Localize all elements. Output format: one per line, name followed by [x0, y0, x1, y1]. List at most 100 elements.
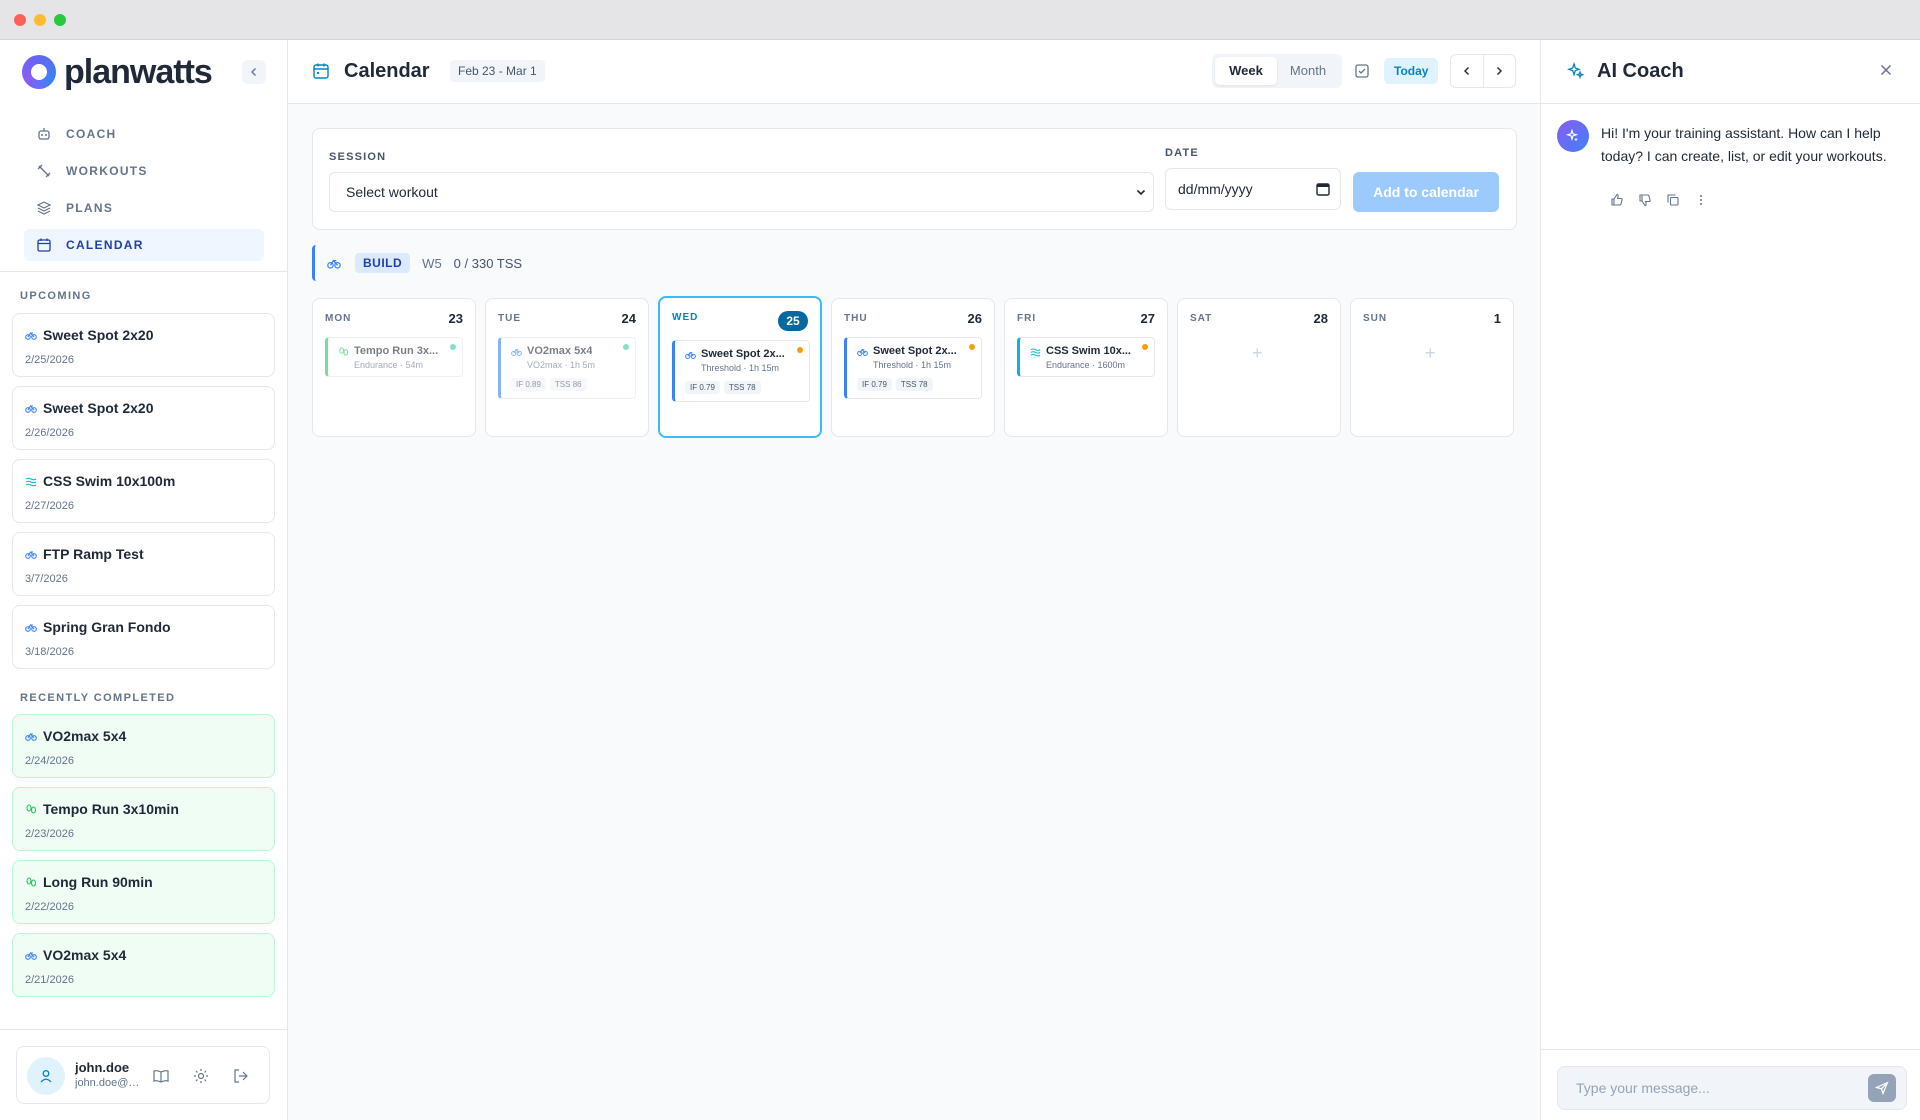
next-week-button[interactable]	[1484, 55, 1516, 87]
workout-select[interactable]: Select workout	[329, 172, 1154, 212]
session-label: SESSION	[329, 151, 387, 163]
day-name: SUN	[1363, 313, 1388, 324]
sidebar-item-plans[interactable]: PLANS	[24, 192, 264, 224]
date-range-badge: Feb 23 - Mar 1	[450, 60, 545, 82]
session-card[interactable]: Tempo Run 3x... Endurance · 54m	[325, 337, 463, 377]
copy-button[interactable]	[1663, 190, 1683, 210]
add-session-panel: SESSION Select workout DATE dd/mm/yyyy A…	[312, 128, 1517, 230]
day-name: SAT	[1190, 313, 1213, 324]
logout-icon	[234, 1069, 248, 1083]
day-column-sun[interactable]: SUN 1 +	[1350, 298, 1514, 437]
add-session-plus-icon[interactable]: +	[1425, 343, 1436, 364]
ai-coach-panel: AI Coach Hi! I'm your training assistant…	[1540, 40, 1920, 1120]
session-metrics: IF 0.79 TSS 78	[857, 378, 937, 391]
page-title: Calendar	[344, 60, 430, 82]
workout-title: Sweet Spot 2x20	[43, 327, 154, 343]
workout-title: VO2max 5x4	[43, 728, 127, 744]
workout-title: Spring Gran Fondo	[43, 619, 171, 635]
send-icon	[1875, 1081, 1889, 1095]
close-window-button[interactable]	[14, 14, 26, 26]
status-dot	[969, 344, 975, 350]
today-button[interactable]: Today	[1384, 58, 1439, 84]
session-card[interactable]: Sweet Spot 2x... Threshold · 1h 15m IF 0…	[672, 340, 810, 402]
thumbs-down-icon	[1639, 194, 1651, 207]
workout-date: 3/18/2026	[25, 646, 74, 658]
session-card[interactable]: CSS Swim 10x... Endurance · 1600m	[1017, 337, 1155, 377]
day-column-sat[interactable]: SAT 28 +	[1177, 298, 1341, 437]
day-number: 27	[1140, 311, 1155, 326]
phase-badge: BUILD	[355, 253, 411, 273]
workout-date: 2/24/2026	[25, 755, 74, 767]
sidebar-item-coach[interactable]: COACH	[24, 118, 264, 150]
sidebar-item-calendar[interactable]: CALENDAR	[24, 229, 264, 261]
completed-workout-card[interactable]: VO2max 5x4 2/21/2026	[12, 933, 275, 997]
phase-tss: 0 / 330 TSS	[453, 255, 523, 271]
workout-title: Sweet Spot 2x20	[43, 400, 154, 416]
completed-filter-button[interactable]	[1352, 61, 1372, 81]
if-chip: IF 0.79	[685, 381, 720, 394]
tss-chip: TSS 78	[895, 378, 933, 391]
upcoming-workout-card[interactable]: CSS Swim 10x100m 2/27/2026	[12, 459, 275, 523]
send-button[interactable]	[1868, 1074, 1896, 1102]
logout-button[interactable]	[231, 1066, 251, 1086]
upcoming-workout-card[interactable]: Sweet Spot 2x20 2/25/2026	[12, 313, 275, 377]
day-column-thu[interactable]: THU 26 Sweet Spot 2x... Threshold · 1h 1…	[831, 298, 995, 437]
session-card[interactable]: Sweet Spot 2x... Threshold · 1h 15m IF 0…	[844, 337, 982, 399]
settings-button[interactable]	[191, 1066, 211, 1086]
thumbs-down-button[interactable]	[1635, 190, 1655, 210]
upcoming-workout-card[interactable]: FTP Ramp Test 3/7/2026	[12, 532, 275, 596]
month-view-button[interactable]: Month	[1277, 57, 1339, 85]
day-column-mon[interactable]: MON 23 Tempo Run 3x... Endurance · 54m	[312, 298, 476, 437]
run-icon	[26, 804, 37, 814]
status-dot	[1142, 344, 1148, 350]
add-to-calendar-button[interactable]: Add to calendar	[1353, 172, 1499, 212]
message-actions	[1607, 190, 1719, 210]
week-view-button[interactable]: Week	[1215, 57, 1277, 85]
day-column-fri[interactable]: FRI 27 CSS Swim 10x... Endurance · 1600m	[1004, 298, 1168, 437]
brand[interactable]: planwatts	[22, 52, 266, 92]
day-number: 28	[1313, 311, 1328, 326]
robot-icon	[38, 128, 50, 140]
completed-workout-card[interactable]: VO2max 5x4 2/24/2026	[12, 714, 275, 778]
collapse-sidebar-button[interactable]	[242, 60, 266, 84]
session-subtitle: Endurance · 1600m	[1046, 360, 1126, 370]
day-column-tue[interactable]: TUE 24 VO2max 5x4 VO2max · 1h 5m IF 0.89…	[485, 298, 649, 437]
close-icon[interactable]	[1879, 63, 1893, 77]
day-column-wed[interactable]: WED 25 Sweet Spot 2x... Threshold · 1h 1…	[658, 296, 822, 438]
previous-week-button[interactable]	[1451, 55, 1484, 87]
more-vertical-icon	[1700, 195, 1702, 205]
chevron-right-icon	[1497, 67, 1503, 75]
thumbs-up-button[interactable]	[1607, 190, 1627, 210]
session-metrics: IF 0.89 TSS 86	[511, 378, 591, 391]
chat-message-input[interactable]: Type your message...	[1557, 1066, 1907, 1110]
sidebar-item-workouts[interactable]: WORKOUTS	[24, 155, 264, 187]
if-chip: IF 0.89	[511, 378, 546, 391]
week-navigation	[1450, 54, 1516, 88]
session-title: Tempo Run 3x...	[354, 345, 439, 357]
add-session-plus-icon[interactable]: +	[1252, 343, 1263, 364]
more-options-button[interactable]	[1691, 190, 1711, 210]
calendar-icon	[313, 63, 329, 79]
maximize-window-button[interactable]	[54, 14, 66, 26]
chevron-left-icon	[1463, 67, 1469, 75]
session-card[interactable]: VO2max 5x4 VO2max · 1h 5m IF 0.89 TSS 86	[498, 337, 636, 399]
upcoming-workout-card[interactable]: Sweet Spot 2x20 2/26/2026	[12, 386, 275, 450]
docs-button[interactable]	[151, 1066, 171, 1086]
completed-workout-card[interactable]: Long Run 90min 2/22/2026	[12, 860, 275, 924]
window-titlebar	[0, 0, 1920, 40]
bike-icon	[25, 551, 37, 559]
tss-chip: TSS 78	[723, 381, 761, 394]
day-number: 23	[448, 311, 463, 326]
date-input[interactable]: dd/mm/yyyy	[1165, 168, 1341, 210]
avatar[interactable]	[27, 1057, 65, 1095]
completed-workout-card[interactable]: Tempo Run 3x10min 2/23/2026	[12, 787, 275, 851]
status-dot	[797, 347, 803, 353]
workout-select-value: Select workout	[346, 184, 438, 200]
minimize-window-button[interactable]	[34, 14, 46, 26]
workout-title: FTP Ramp Test	[43, 546, 144, 562]
calendar-icon	[37, 238, 51, 252]
bike-icon	[25, 332, 37, 340]
day-name: WED	[672, 312, 699, 323]
upcoming-workout-card[interactable]: Spring Gran Fondo 3/18/2026	[12, 605, 275, 669]
bike-icon	[511, 348, 522, 356]
